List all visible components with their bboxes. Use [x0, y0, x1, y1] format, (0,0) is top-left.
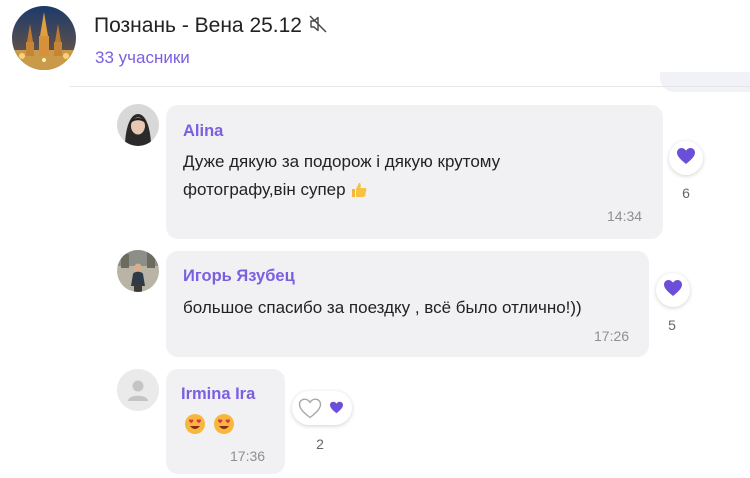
heart-icon [663, 279, 683, 302]
message-author[interactable]: Irmina Ira [181, 385, 255, 404]
heart-outline-icon[interactable] [298, 398, 322, 424]
heart-icon [676, 147, 696, 170]
chat-avatar[interactable] [12, 6, 76, 70]
message-text-line-2: фотографу,він супер [183, 176, 500, 208]
message-text: Дуже дякую за подорож і дякую крутому фо… [183, 148, 500, 208]
reaction-count: 5 [668, 317, 676, 333]
thumbs-up-emoji [350, 180, 368, 208]
avatar-irmina[interactable] [117, 369, 159, 411]
reaction-count: 2 [316, 436, 324, 452]
avatar-alina[interactable] [117, 104, 159, 146]
members-count[interactable]: 33 учасники [95, 48, 190, 68]
heart-eyes-emoji [213, 413, 235, 440]
chat-title: Познань - Вена 25.12 [94, 14, 328, 38]
message-emojis [184, 413, 235, 440]
message-text-line: Дуже дякую за подорож і дякую крутому [183, 152, 501, 171]
reaction-count: 6 [682, 185, 690, 201]
default-avatar-icon [117, 369, 159, 411]
reaction-heart-button[interactable] [669, 141, 703, 175]
scroll-corner [660, 72, 750, 92]
avatar-igor[interactable] [117, 250, 159, 292]
message-text-line-content: фотографу,він супер [183, 180, 346, 199]
chat-header: Познань - Вена 25.12 33 учасники [0, 0, 750, 86]
header-divider [70, 86, 750, 87]
heart-icon[interactable] [329, 401, 344, 419]
message-author[interactable]: Игорь Язубец [183, 267, 295, 286]
reaction-pill [292, 391, 352, 425]
message-author[interactable]: Alina [183, 122, 223, 141]
message-time: 17:36 [230, 448, 266, 464]
message-bubble[interactable]: Irmina Ira 17:36 [166, 369, 285, 474]
message-bubble[interactable]: Игорь Язубец большое спасибо за поездку … [166, 251, 649, 357]
chat-title-text: Познань - Вена 25.12 [94, 14, 302, 37]
message-time: 14:34 [607, 208, 643, 224]
message-text: большое спасибо за поездку , всё было от… [183, 298, 582, 317]
reaction-heart-button[interactable] [656, 273, 690, 307]
heart-eyes-emoji [184, 413, 206, 440]
mute-icon [308, 14, 328, 34]
message-bubble[interactable]: Alina Дуже дякую за подорож і дякую крут… [166, 105, 663, 239]
message-time: 17:26 [594, 328, 630, 344]
